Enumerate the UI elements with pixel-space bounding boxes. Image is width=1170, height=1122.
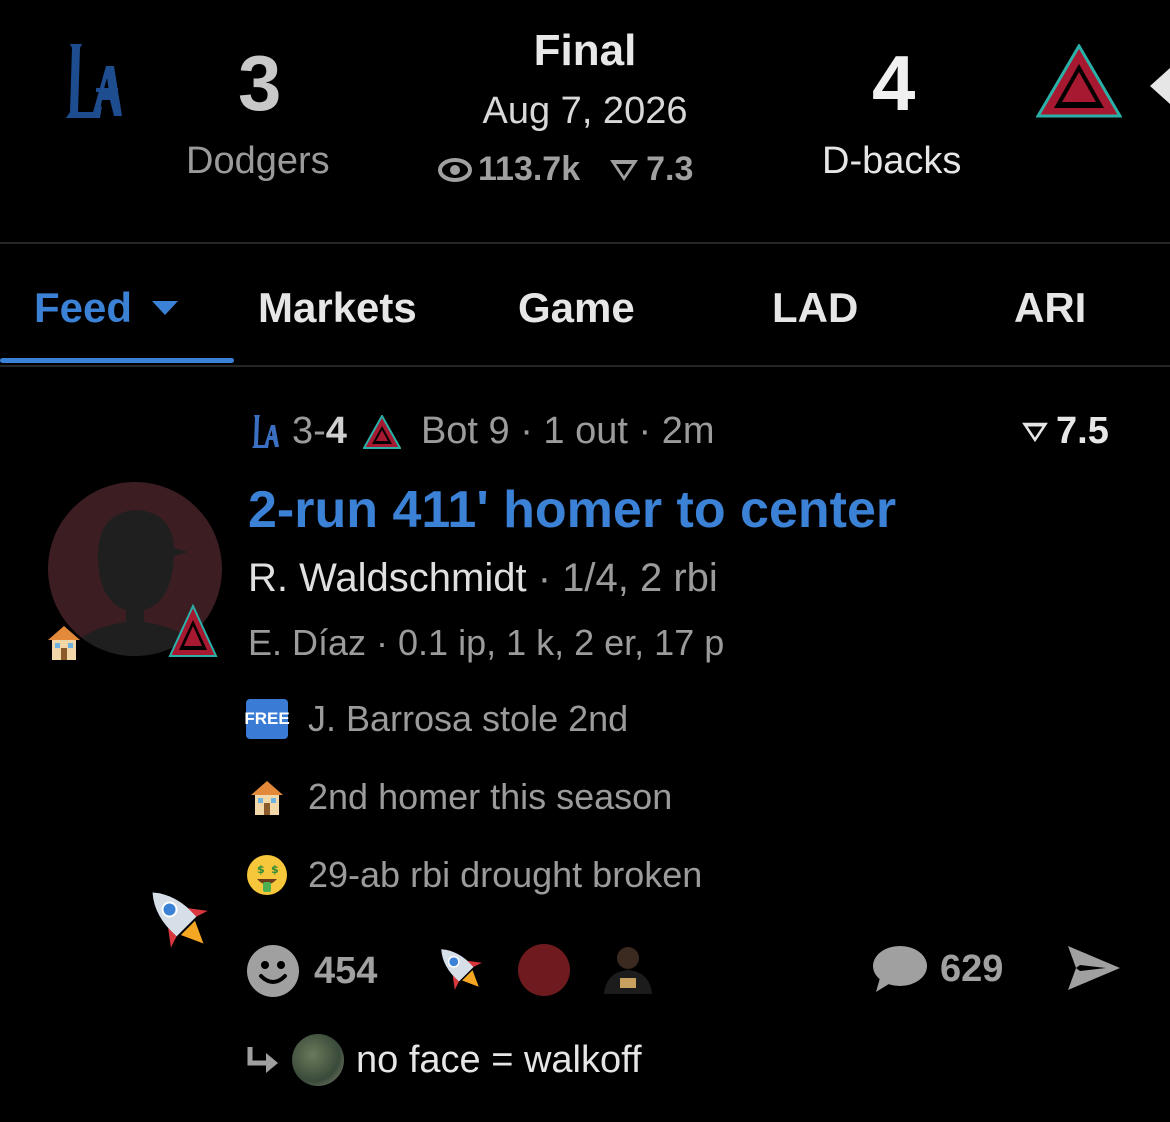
pitcher-line: E. Díaz · 0.1 ip, 1 k, 2 er, 17 p [248,622,725,663]
rating-icon [1020,420,1050,444]
rating-icon [608,157,640,183]
tab-ari[interactable]: ARI [1014,284,1086,332]
header-divider [0,242,1170,244]
home-team-name[interactable]: D-backs [822,140,961,183]
reaction-red-circle-icon[interactable] [518,944,570,996]
active-tab-indicator [0,358,234,363]
reply-text: no face = walkoff [356,1038,642,1081]
dbacks-tiny-icon [362,414,401,449]
batter-line: R. Waldschmidt · 1/4, 2 rbi [248,556,718,601]
note-text: J. Barrosa stole 2nd [308,698,629,739]
reaction-person-icon[interactable] [600,942,656,994]
batter-name[interactable]: R. Waldschmidt [248,556,527,600]
speech-bubble-icon [872,944,928,994]
smiley-icon [246,944,300,998]
game-stats: 113.7k 7.3 [438,150,693,189]
game-date: Aug 7, 2026 [482,90,688,132]
reaction-button[interactable]: 454 [246,944,377,998]
house-icon [44,622,84,662]
dbacks-logo-icon [1036,44,1122,118]
money-face-icon: $ $ [246,854,288,896]
home-team-logo [1036,44,1122,118]
tab-game[interactable]: Game [518,284,635,332]
batter-stats: · 1/4, 2 rbi [526,556,718,600]
post-score-home: 4 [325,410,347,452]
reply-preview[interactable]: no face = walkoff [246,1034,642,1086]
reaction-count: 454 [314,949,378,992]
away-team-name[interactable]: Dodgers [186,140,330,183]
tab-feed[interactable]: Feed [34,284,179,332]
dbacks-logo-small-icon [168,604,218,657]
game-status: Final [533,26,637,75]
share-button[interactable] [1066,944,1122,992]
house-icon [246,776,288,818]
note-homer-count: 2nd homer this season [246,776,672,818]
post-situation: Bot 9 · 1 out · 2m [420,410,715,452]
back-arrow-icon[interactable] [1150,68,1170,104]
reply-arrow-icon [246,1045,280,1075]
home-score: 4 [872,39,916,127]
tab-feed-label: Feed [34,284,133,331]
post-headline[interactable]: 2-run 411' homer to center [248,480,896,540]
send-icon [1066,944,1122,992]
reply-avatar [292,1034,344,1086]
tab-markets[interactable]: Markets [258,284,417,332]
tabs-divider [0,365,1170,367]
post-score-away: 3 [292,410,314,452]
free-icon: FREE [244,699,290,739]
post-score-sep: - [313,410,326,452]
rocket-icon [138,880,218,956]
post-rating: 7.5 [1020,410,1109,453]
note-text: 29-ab rbi drought broken [308,854,703,895]
svg-text:$: $ [257,863,265,876]
comment-button[interactable]: 629 [872,944,1003,994]
note-stolen-base: FREE J. Barrosa stole 2nd [244,698,629,740]
note-drought: $ $ 29-ab rbi drought broken [246,854,702,896]
svg-text:$: $ [271,863,279,876]
caret-down-icon [152,301,179,315]
game-rating: 7.3 [646,150,694,188]
tab-lad[interactable]: LAD [772,284,858,332]
post-meta: 3 - 4 Bot 9 · 1 out · 2m [250,410,715,453]
dodgers-small-icon [250,413,280,451]
note-text: 2nd homer this season [308,776,673,817]
view-count: 113.7k [478,150,581,188]
post-rating-value: 7.5 [1056,410,1109,452]
eye-icon [438,156,472,184]
pitcher-team-logo [168,604,218,658]
reaction-rocket-icon[interactable] [430,940,490,996]
comment-count: 629 [940,947,1004,990]
